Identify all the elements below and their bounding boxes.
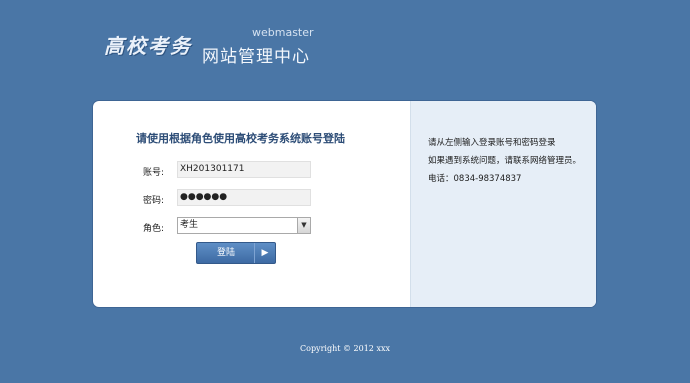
logo-subtitle: 网站管理中心 — [202, 47, 310, 67]
site-logo: 高校考务 webmaster 网站管理中心 — [104, 26, 324, 74]
logo-calligraphy: 高校考务 — [104, 34, 192, 58]
password-label: 密码: — [143, 196, 165, 206]
account-label: 账号: — [143, 168, 165, 178]
role-label: 角色: — [143, 224, 165, 234]
role-selected-value: 考生 — [180, 220, 199, 230]
dropdown-arrow-icon[interactable]: ▼ — [297, 218, 310, 233]
login-panel: 请使用根据角色使用高校考务系统账号登陆 账号: XH201301171 密码: … — [93, 101, 596, 307]
password-input[interactable]: ●●●●●● — [177, 189, 311, 206]
info-panel: 请从左侧输入登录账号和密码登录 如果遇到系统问题，请联系网络管理员。 电话：08… — [410, 101, 596, 307]
copyright-footer: Copyright © 2012 xxx — [300, 344, 390, 353]
login-heading: 请使用根据角色使用高校考务系统账号登陆 — [136, 132, 345, 145]
info-line-1: 请从左侧输入登录账号和密码登录 — [428, 138, 556, 148]
role-select[interactable]: 考生 ▼ — [177, 217, 311, 234]
login-button[interactable]: 登陆 ▶ — [196, 242, 276, 264]
arrow-right-icon: ▶ — [254, 243, 275, 263]
login-button-label: 登陆 — [216, 248, 235, 258]
info-phone: 电话：0834-98374837 — [428, 174, 522, 184]
info-line-2: 如果遇到系统问题，请联系网络管理员。 — [428, 156, 582, 166]
logo-tagline: webmaster — [252, 26, 314, 39]
account-input[interactable]: XH201301171 — [177, 161, 311, 178]
